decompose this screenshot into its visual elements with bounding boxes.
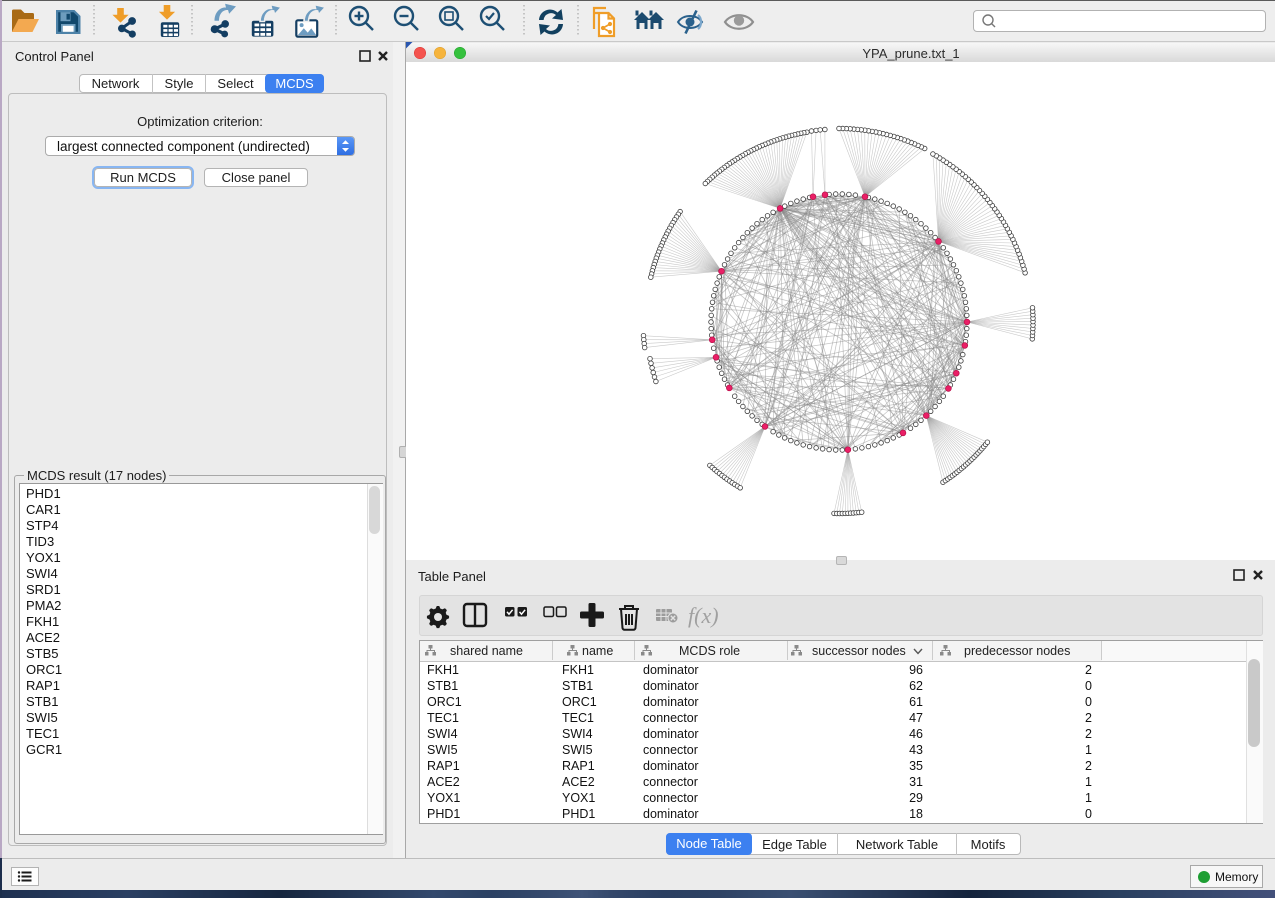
- svg-text:f(x): f(x): [688, 603, 719, 628]
